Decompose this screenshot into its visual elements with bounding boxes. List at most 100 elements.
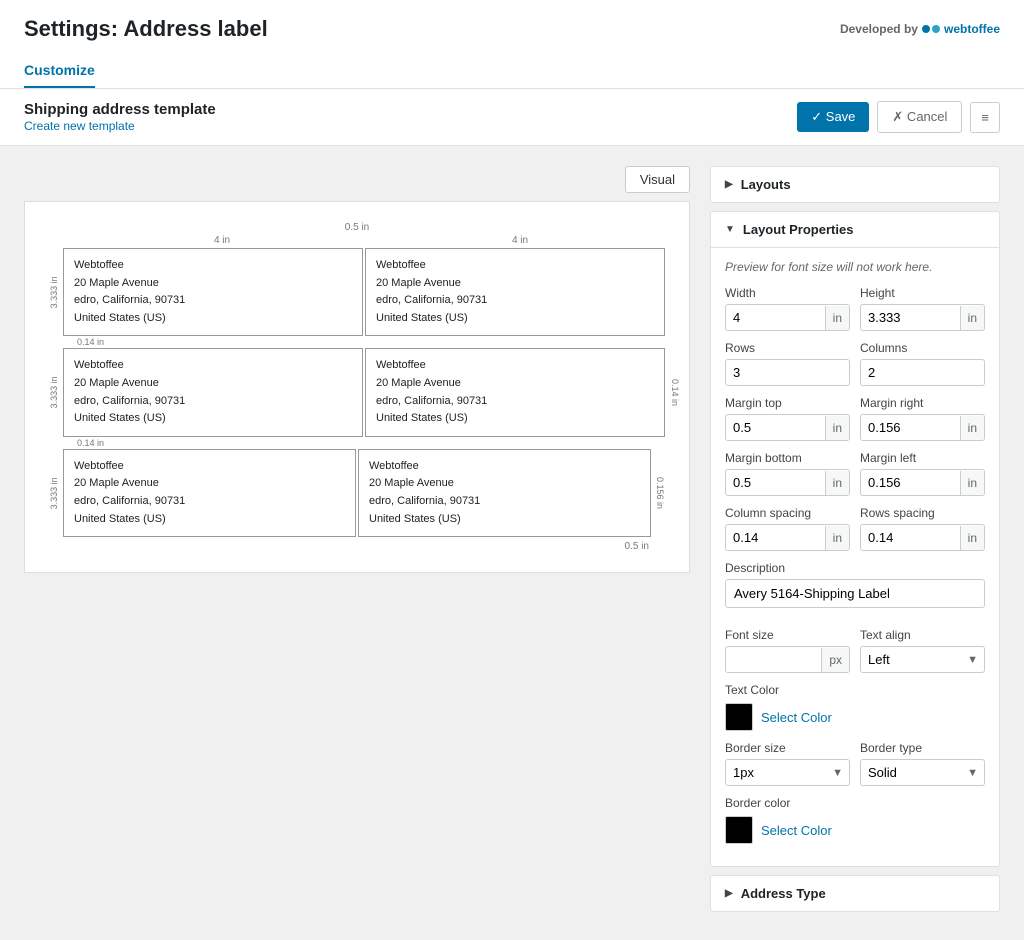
font-size-input[interactable]	[726, 647, 821, 672]
text-align-arrow-icon: ▼	[961, 649, 984, 671]
text-align-group: Text align Left Center Right ▼	[860, 628, 985, 673]
visual-tab-bar: Visual	[24, 166, 690, 193]
margin-right-input[interactable]	[861, 415, 960, 440]
height-group: Height in	[860, 286, 985, 331]
text-align-label: Text align	[860, 628, 985, 642]
margin-top-input[interactable]	[726, 415, 825, 440]
margin-top-unit: in	[825, 416, 849, 440]
row-spacing-unit: in	[960, 526, 984, 550]
height-input-wrap: in	[860, 304, 985, 331]
columns-label: Columns	[860, 341, 985, 355]
dot-blue	[922, 25, 930, 33]
sub-header: Shipping address template Create new tem…	[0, 89, 1024, 146]
dot-teal	[932, 25, 940, 33]
menu-icon: ≡	[981, 110, 989, 125]
visual-tab[interactable]: Visual	[625, 166, 690, 193]
border-size-group: Border size 1px 2px 3px 4px ▼	[725, 741, 850, 786]
columns-input[interactable]	[860, 359, 985, 386]
dim-row2-height: 3.333 in	[45, 348, 63, 436]
brand-name: webtoffee	[944, 22, 1000, 36]
text-color-swatch[interactable]	[725, 703, 753, 731]
margin-left-wrap: in	[860, 469, 985, 496]
text-color-select-label[interactable]: Select Color	[761, 710, 832, 725]
border-color-select-label[interactable]: Select Color	[761, 823, 832, 838]
width-height-row: Width in Height in	[725, 286, 985, 331]
margin-top-wrap: in	[725, 414, 850, 441]
dim-col2-width: 4 in	[371, 235, 669, 246]
margin-bottom-wrap: in	[725, 469, 850, 496]
create-template-link[interactable]: Create new template	[24, 119, 135, 133]
border-type-group: Border type Solid Dashed Dotted None ▼	[860, 741, 985, 786]
col-spacing-label: Column spacing	[725, 506, 850, 520]
rows-cols-row: Rows Columns	[725, 341, 985, 386]
width-input[interactable]	[726, 305, 825, 330]
row-spacing-group: Rows spacing in	[860, 506, 985, 551]
layout-properties-body: Preview for font size will not work here…	[711, 248, 999, 866]
dim-bottom-margin: 0.5 in	[625, 541, 649, 552]
address-cell-3-2: Webtoffee 20 Maple Avenue edro, Californ…	[358, 449, 651, 537]
save-button[interactable]: ✓ Save	[797, 102, 869, 132]
border-color-label: Border color	[725, 796, 985, 810]
address-type-arrow-icon: ▶	[725, 888, 733, 899]
dim-top-margin: 0.5 in	[345, 222, 369, 233]
font-size-unit: px	[821, 648, 849, 672]
margin-top-right-row: Margin top in Margin right in	[725, 396, 985, 441]
margin-left-input[interactable]	[861, 470, 960, 495]
dim-between-rows-2: 0.14 in	[73, 438, 371, 448]
layout-properties-title: Layout Properties	[743, 222, 854, 237]
border-size-select-wrap: 1px 2px 3px 4px ▼	[725, 759, 850, 786]
col-spacing-group: Column spacing in	[725, 506, 850, 551]
border-type-arrow-icon: ▼	[961, 762, 984, 784]
label-row-3: 3.333 in Webtoffee 20 Maple Avenue edro,…	[45, 449, 669, 537]
margin-top-label: Margin top	[725, 396, 850, 410]
rows-input[interactable]	[725, 359, 850, 386]
main-content: Visual 0.5 in 4 in 4 in 3.333 in	[0, 146, 1024, 940]
margin-left-unit: in	[960, 471, 984, 495]
margin-bottom-group: Margin bottom in	[725, 451, 850, 496]
address-type-title: Address Type	[741, 886, 826, 901]
border-type-label: Border type	[860, 741, 985, 755]
font-size-wrap: px	[725, 646, 850, 673]
tab-customize[interactable]: Customize	[24, 54, 95, 88]
text-color-label: Text Color	[725, 683, 985, 697]
cancel-button[interactable]: ✗ Cancel	[877, 101, 962, 133]
description-input[interactable]	[725, 579, 985, 608]
address-type-header[interactable]: ▶ Address Type	[711, 876, 999, 911]
margin-bottom-unit: in	[825, 471, 849, 495]
col-spacing-input[interactable]	[726, 525, 825, 550]
height-input[interactable]	[861, 305, 960, 330]
height-label: Height	[860, 286, 985, 300]
layouts-section: ▶ Layouts	[710, 166, 1000, 203]
dim-row1-height: 3.333 in	[45, 248, 63, 336]
border-size-select[interactable]: 1px 2px 3px 4px	[726, 760, 826, 785]
border-color-swatch[interactable]	[725, 816, 753, 844]
text-align-select[interactable]: Left Center Right	[861, 647, 961, 672]
row-spacing-wrap: in	[860, 524, 985, 551]
border-size-label: Border size	[725, 741, 850, 755]
margin-bottom-input[interactable]	[726, 470, 825, 495]
row-spacing-input[interactable]	[861, 525, 960, 550]
margin-top-group: Margin top in	[725, 396, 850, 441]
row-spacing-label: Rows spacing	[860, 506, 985, 520]
dim-between-rows-1: 0.14 in	[73, 337, 371, 347]
rows-label: Rows	[725, 341, 850, 355]
dim-right-col: 0.14 in	[668, 349, 682, 435]
right-panel: ▶ Layouts ▼ Layout Properties Preview fo…	[710, 166, 1000, 920]
margin-right-wrap: in	[860, 414, 985, 441]
text-color-swatch-row: Select Color	[725, 703, 985, 731]
dim-col1-width: 4 in	[73, 235, 371, 246]
columns-group: Columns	[860, 341, 985, 386]
page-header: Settings: Address label Developed by web…	[0, 0, 1024, 89]
col-spacing-wrap: in	[725, 524, 850, 551]
text-align-select-wrap: Left Center Right ▼	[860, 646, 985, 673]
visual-area: Visual 0.5 in 4 in 4 in 3.333 in	[24, 166, 690, 920]
menu-button[interactable]: ≡	[970, 102, 1000, 133]
width-group: Width in	[725, 286, 850, 331]
margin-bottom-label: Margin bottom	[725, 451, 850, 465]
border-type-select[interactable]: Solid Dashed Dotted None	[861, 760, 961, 785]
layouts-header[interactable]: ▶ Layouts	[711, 167, 999, 202]
margin-right-group: Margin right in	[860, 396, 985, 441]
layout-properties-header[interactable]: ▼ Layout Properties	[711, 212, 999, 248]
margin-bottom-left-row: Margin bottom in Margin left in	[725, 451, 985, 496]
font-align-row: Font size px Text align Left	[725, 628, 985, 673]
